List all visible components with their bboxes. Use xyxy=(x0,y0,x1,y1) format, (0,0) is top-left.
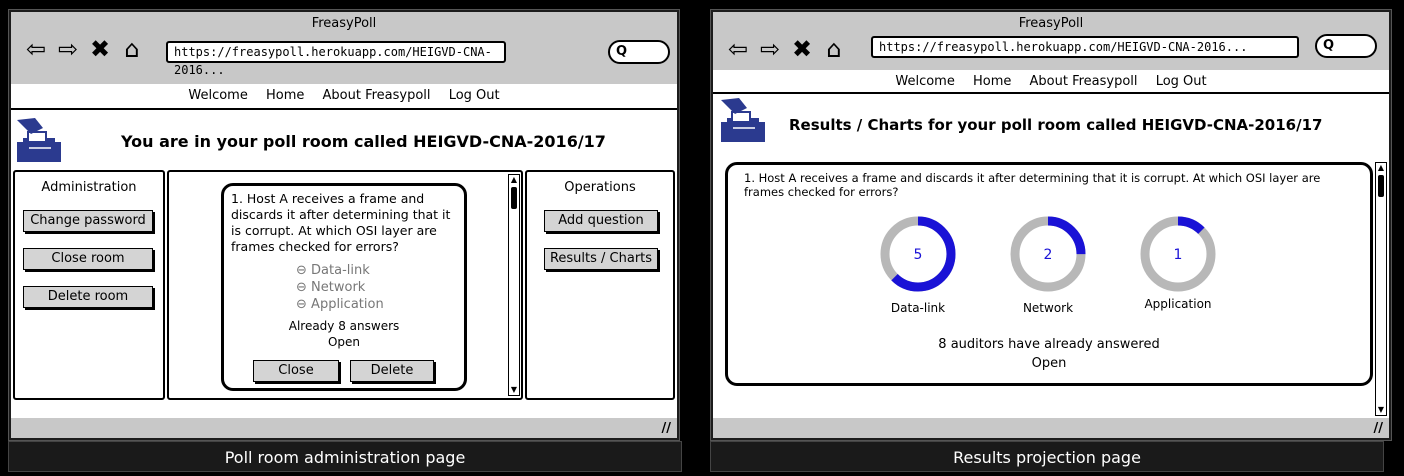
search-field[interactable]: Q xyxy=(608,40,670,64)
url-field[interactable]: https://freasypoll.herokuapp.com/HEIGVD-… xyxy=(166,41,506,77)
search-field[interactable]: Q xyxy=(1315,34,1377,58)
radio-icon: ⊖ xyxy=(296,280,307,295)
donut-chart: 5 xyxy=(880,216,956,292)
menu-about-link[interactable]: About Freasypoll xyxy=(1030,74,1138,89)
close-question-button[interactable]: Close xyxy=(253,360,339,382)
stop-icon[interactable]: ✖ xyxy=(789,36,815,62)
answered-count: 8 auditors have already answered xyxy=(938,337,1160,352)
results-scrollbar[interactable]: ▲ ▼ xyxy=(1375,162,1387,416)
resize-grip-icon[interactable]: // xyxy=(1374,421,1384,436)
scroll-thumb[interactable] xyxy=(1378,175,1384,197)
add-question-button[interactable]: Add question xyxy=(544,210,658,232)
menu-home-link[interactable]: Home xyxy=(266,88,304,103)
results-status: Open xyxy=(1031,356,1067,371)
back-arrow-icon[interactable]: ⇦ xyxy=(725,36,751,62)
menu-home-link[interactable]: Home xyxy=(973,74,1011,89)
admin-page-caption: Poll room administration page xyxy=(8,441,682,472)
window-title: FreasyPoll xyxy=(311,16,377,31)
result-donut-network: 2 Network xyxy=(1003,209,1093,319)
operations-panel: Operations Add question Results / Charts xyxy=(525,170,675,400)
scroll-up-icon[interactable]: ▲ xyxy=(1376,163,1386,173)
browser-nav: ⇦ ⇨ ✖ ⌂ xyxy=(725,36,847,62)
results-card: 1. Host A receives a frame and discards … xyxy=(725,162,1373,386)
top-menu: Welcome Home About Freasypoll Log Out xyxy=(11,88,677,103)
donut-category-label: Application xyxy=(1144,297,1212,311)
search-icon: Q xyxy=(616,44,628,59)
option-item: ⊖ Application xyxy=(296,297,384,312)
scroll-down-icon[interactable]: ▼ xyxy=(1376,405,1386,415)
question-card: 1. Host A receives a frame and discards … xyxy=(221,183,467,391)
stop-icon[interactable]: ✖ xyxy=(87,36,113,62)
donut-chart: 2 xyxy=(1010,216,1086,292)
back-arrow-icon[interactable]: ⇦ xyxy=(23,36,49,62)
results-mockup-window: FreasyPoll ⇦ ⇨ ✖ ⌂ https://freasypoll.he… xyxy=(710,9,1392,441)
window-title: FreasyPoll xyxy=(1018,16,1084,31)
radio-icon: ⊖ xyxy=(296,297,307,312)
option-item: ⊖ Data-link xyxy=(296,263,370,278)
menu-about-link[interactable]: About Freasypoll xyxy=(323,88,431,103)
ballot-box-logo xyxy=(721,98,765,142)
option-item: ⊖ Network xyxy=(296,280,366,295)
ballot-box-logo xyxy=(17,118,61,162)
delete-room-button[interactable]: Delete room xyxy=(23,286,153,308)
donut-category-label: Data-link xyxy=(890,301,946,315)
home-icon[interactable]: ⌂ xyxy=(119,36,145,62)
results-page-caption: Results projection page xyxy=(710,441,1384,472)
scroll-down-icon[interactable]: ▼ xyxy=(509,385,519,395)
page-content: Welcome Home About Freasypoll Log Out Yo… xyxy=(11,84,677,418)
browser-nav: ⇦ ⇨ ✖ ⌂ xyxy=(23,36,145,62)
question-text: 1. Host A receives a frame and discards … xyxy=(744,171,1321,199)
questions-scrollbar[interactable]: ▲ ▼ xyxy=(508,174,520,396)
donut-count-label: 1 xyxy=(1174,247,1183,263)
donut-count-label: 5 xyxy=(914,247,923,263)
question-status: Open xyxy=(327,335,361,349)
top-menu: Welcome Home About Freasypoll Log Out xyxy=(713,74,1389,89)
forward-arrow-icon[interactable]: ⇨ xyxy=(55,36,81,62)
resize-grip-icon[interactable]: // xyxy=(662,421,672,436)
donut-chart: 1 xyxy=(1140,216,1216,292)
donut-category-label: Network xyxy=(1022,301,1074,315)
radio-icon: ⊖ xyxy=(296,263,307,278)
administration-panel: Administration Change password Close roo… xyxy=(13,170,165,400)
admin-mockup-window: FreasyPoll ⇦ ⇨ ✖ ⌂ https://freasypoll.he… xyxy=(8,9,680,441)
menu-divider xyxy=(713,92,1389,94)
menu-welcome-link[interactable]: Welcome xyxy=(188,88,247,103)
browser-window: FreasyPoll ⇦ ⇨ ✖ ⌂ https://freasypoll.he… xyxy=(11,12,677,438)
status-bar: // xyxy=(11,418,677,438)
menu-logout-link[interactable]: Log Out xyxy=(1156,74,1207,89)
results-charts-button[interactable]: Results / Charts xyxy=(544,248,658,270)
delete-question-button[interactable]: Delete xyxy=(350,360,434,382)
scroll-up-icon[interactable]: ▲ xyxy=(509,175,519,185)
donut-count-label: 2 xyxy=(1044,247,1053,263)
page-content: Welcome Home About Freasypoll Log Out Re… xyxy=(713,70,1389,418)
change-password-button[interactable]: Change password xyxy=(23,210,153,232)
result-donut-data-link: 5 Data-link xyxy=(873,209,963,319)
status-bar: // xyxy=(713,418,1389,438)
question-text: 1. Host A receives a frame and discards … xyxy=(231,191,451,254)
page-title: You are in your poll room called HEIGVD-… xyxy=(121,132,606,151)
search-icon: Q xyxy=(1323,38,1335,53)
close-room-button[interactable]: Close room xyxy=(23,248,153,270)
browser-window: FreasyPoll ⇦ ⇨ ✖ ⌂ https://freasypoll.he… xyxy=(713,12,1389,438)
forward-arrow-icon[interactable]: ⇨ xyxy=(757,36,783,62)
result-donut-application: 1 Application xyxy=(1133,209,1223,319)
questions-panel: 1. Host A receives a frame and discards … xyxy=(167,170,523,400)
scroll-thumb[interactable] xyxy=(511,187,517,209)
menu-divider xyxy=(11,108,677,110)
administration-title: Administration xyxy=(41,180,137,195)
page-title: Results / Charts for your poll room call… xyxy=(789,116,1323,134)
answers-count: Already 8 answers xyxy=(288,319,400,333)
home-icon[interactable]: ⌂ xyxy=(821,36,847,62)
operations-title: Operations xyxy=(564,180,636,195)
url-field[interactable]: https://freasypoll.herokuapp.com/HEIGVD-… xyxy=(871,36,1299,58)
menu-logout-link[interactable]: Log Out xyxy=(449,88,500,103)
menu-welcome-link[interactable]: Welcome xyxy=(895,74,954,89)
answer-options: ⊖ Data-link ⊖ Network ⊖ Application xyxy=(296,262,384,313)
